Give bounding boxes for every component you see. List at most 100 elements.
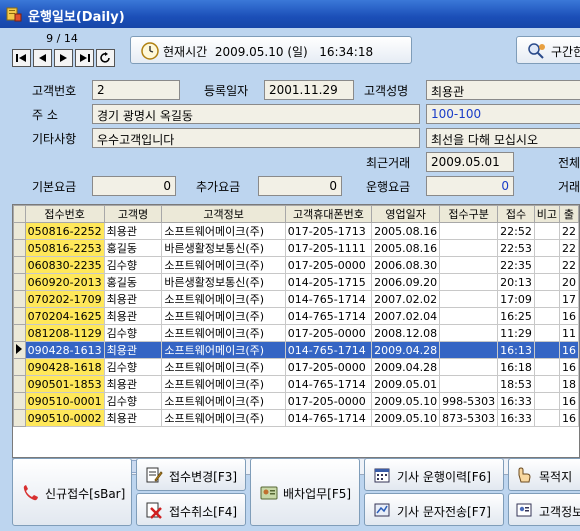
table-cell[interactable] bbox=[533, 256, 560, 274]
table-cell[interactable]: 090428-1618 bbox=[24, 358, 105, 376]
table-row[interactable]: 070204-1625 최용관 소프트웨어메이크(주) 014-765-1714 200… bbox=[13, 307, 579, 325]
table-cell[interactable]: 소프트웨어메이크(주) bbox=[161, 256, 286, 274]
table-cell[interactable] bbox=[533, 358, 560, 376]
table-cell[interactable]: 바른생활정보통신(주) bbox=[161, 239, 286, 257]
table-cell[interactable]: 998-5303 bbox=[439, 392, 499, 410]
table-cell[interactable]: 090501-1853 bbox=[24, 375, 105, 393]
dispatch-button[interactable]: 배차업무[F5] bbox=[250, 458, 360, 526]
table-cell[interactable]: 017-205-0000 bbox=[284, 392, 373, 410]
table-cell[interactable]: 최용관 bbox=[103, 341, 163, 359]
table-cell[interactable]: 소프트웨어메이크(주) bbox=[161, 341, 286, 359]
table-cell[interactable] bbox=[533, 307, 560, 325]
current-time-button[interactable]: 현재시간 2009.05.10 (일) 16:34:18 bbox=[130, 36, 412, 64]
table-cell[interactable]: 소프트웨어메이크(주) bbox=[161, 290, 286, 308]
row-indicator[interactable] bbox=[13, 392, 26, 410]
table-cell[interactable]: 최용관 bbox=[103, 375, 163, 393]
row-indicator[interactable] bbox=[13, 358, 26, 376]
last-record-button[interactable] bbox=[75, 49, 94, 67]
destination-button[interactable]: 목적지 bbox=[508, 458, 580, 491]
table-cell[interactable]: 2007.02.04 bbox=[371, 307, 441, 325]
column-header[interactable]: 고객정보 bbox=[161, 205, 286, 223]
table-cell[interactable]: 2009.04.28 bbox=[371, 341, 441, 359]
fare-field[interactable]: 0 bbox=[426, 176, 514, 196]
column-header[interactable]: 고객휴대폰번호 bbox=[284, 205, 373, 223]
table-cell[interactable]: 070204-1625 bbox=[24, 307, 105, 325]
table-row[interactable]: 050816-2252 최용관 소프트웨어메이크(주) 017-205-1713 200… bbox=[13, 222, 579, 240]
table-cell[interactable]: 최용관 bbox=[103, 290, 163, 308]
other-field[interactable]: 우수고객입니다 bbox=[92, 128, 420, 148]
table-cell[interactable]: 014-765-1714 bbox=[284, 375, 373, 393]
table-cell[interactable]: 홍길동 bbox=[103, 239, 163, 257]
reg-date-field[interactable]: 2001.11.29 bbox=[264, 80, 354, 100]
address-field[interactable]: 경기 광명시 옥길동 bbox=[92, 104, 420, 124]
table-cell[interactable]: 홍길동 bbox=[103, 273, 163, 291]
driver-history-button[interactable]: 기사 운행이력[F6] bbox=[364, 458, 504, 491]
table-cell[interactable]: 최용관 bbox=[103, 307, 163, 325]
table-cell[interactable]: 050816-2253 bbox=[24, 239, 105, 257]
table-cell[interactable]: 16 bbox=[558, 358, 579, 376]
cancel-receipt-button[interactable]: 접수취소[F4] bbox=[136, 493, 246, 526]
table-cell[interactable] bbox=[439, 290, 499, 308]
table-cell[interactable]: 2005.08.16 bbox=[371, 239, 441, 257]
table-cell[interactable]: 18:53 bbox=[497, 375, 535, 393]
table-cell[interactable]: 최용관 bbox=[103, 409, 163, 427]
table-cell[interactable]: 014-765-1714 bbox=[284, 409, 373, 427]
table-row[interactable]: 060920-2013 홍길동 바른생활정보통신(주) 014-205-1715 200… bbox=[13, 273, 579, 291]
table-cell[interactable]: 2006.08.30 bbox=[371, 256, 441, 274]
table-cell[interactable]: 017-205-1713 bbox=[284, 222, 373, 240]
table-cell[interactable]: 11 bbox=[558, 324, 579, 342]
table-cell[interactable]: 2009.05.01 bbox=[371, 375, 441, 393]
table-cell[interactable]: 16:25 bbox=[497, 307, 535, 325]
table-cell[interactable]: 014-765-1714 bbox=[284, 290, 373, 308]
table-cell[interactable] bbox=[439, 341, 499, 359]
table-row[interactable]: 060830-2235 김수향 소프트웨어메이크(주) 017-205-0000 200… bbox=[13, 256, 579, 274]
column-header[interactable]: 접수 bbox=[497, 205, 535, 223]
table-cell[interactable]: 017-205-0000 bbox=[284, 324, 373, 342]
table-cell[interactable]: 소프트웨어메이크(주) bbox=[161, 358, 286, 376]
table-cell[interactable] bbox=[533, 239, 560, 257]
table-cell[interactable]: 11:29 bbox=[497, 324, 535, 342]
table-cell[interactable]: 16 bbox=[558, 392, 579, 410]
table-cell[interactable]: 017-205-0000 bbox=[284, 256, 373, 274]
table-cell[interactable]: 소프트웨어메이크(주) bbox=[161, 307, 286, 325]
table-row[interactable]: 090510-0001 김수향 소프트웨어메이크(주) 017-205-0000 200… bbox=[13, 392, 579, 410]
column-header[interactable]: 접수구분 bbox=[439, 205, 499, 223]
table-cell[interactable]: 김수향 bbox=[103, 358, 163, 376]
table-cell[interactable]: 17 bbox=[558, 290, 579, 308]
table-cell[interactable]: 014-205-1715 bbox=[284, 273, 373, 291]
table-cell[interactable] bbox=[533, 324, 560, 342]
table-cell[interactable] bbox=[533, 273, 560, 291]
row-indicator[interactable] bbox=[13, 409, 26, 427]
table-cell[interactable] bbox=[533, 341, 560, 359]
table-cell[interactable]: 2007.02.02 bbox=[371, 290, 441, 308]
customer-info-button[interactable]: 고객정보 bbox=[508, 493, 580, 526]
table-cell[interactable]: 소프트웨어메이크(주) bbox=[161, 375, 286, 393]
region-fare-button[interactable]: 구간한 bbox=[516, 36, 580, 64]
table-cell[interactable]: 070202-1709 bbox=[24, 290, 105, 308]
memo-field[interactable]: 최선을 다해 모십시오 bbox=[426, 128, 580, 148]
receipt-grid[interactable]: 접수번호 고객명 고객정보 고객휴대폰번호 영업일자 접수구분 접수 비고 출 050816-2… bbox=[12, 204, 580, 458]
table-cell[interactable]: 2005.08.16 bbox=[371, 222, 441, 240]
table-cell[interactable]: 18 bbox=[558, 375, 579, 393]
table-cell[interactable]: 090428-1613 bbox=[24, 341, 105, 359]
table-row[interactable]: 090501-1853 최용관 소프트웨어메이크(주) 014-765-1714 200… bbox=[13, 375, 579, 393]
table-cell[interactable]: 014-765-1714 bbox=[284, 307, 373, 325]
table-cell[interactable]: 090510-0001 bbox=[24, 392, 105, 410]
table-cell[interactable]: 22 bbox=[558, 239, 579, 257]
new-receipt-button[interactable]: 신규접수[sBar] bbox=[12, 458, 132, 526]
table-cell[interactable]: 바른생활정보통신(주) bbox=[161, 273, 286, 291]
prev-record-button[interactable] bbox=[33, 49, 52, 67]
row-indicator[interactable] bbox=[13, 375, 26, 393]
table-cell[interactable]: 2006.09.20 bbox=[371, 273, 441, 291]
table-cell[interactable] bbox=[533, 409, 560, 427]
customer-no-field[interactable]: 2 bbox=[92, 80, 180, 100]
extra-fee-field[interactable]: 0 bbox=[258, 176, 342, 196]
row-indicator[interactable] bbox=[13, 290, 26, 308]
table-cell[interactable]: 소프트웨어메이크(주) bbox=[161, 409, 286, 427]
table-row[interactable]: 081208-1129 김수향 소프트웨어메이크(주) 017-205-0000 200… bbox=[13, 324, 579, 342]
row-indicator[interactable] bbox=[13, 307, 26, 325]
table-cell[interactable] bbox=[439, 358, 499, 376]
customer-name-field[interactable]: 최용관 bbox=[426, 80, 580, 100]
table-cell[interactable] bbox=[439, 256, 499, 274]
change-receipt-button[interactable]: 접수변경[F3] bbox=[136, 458, 246, 491]
